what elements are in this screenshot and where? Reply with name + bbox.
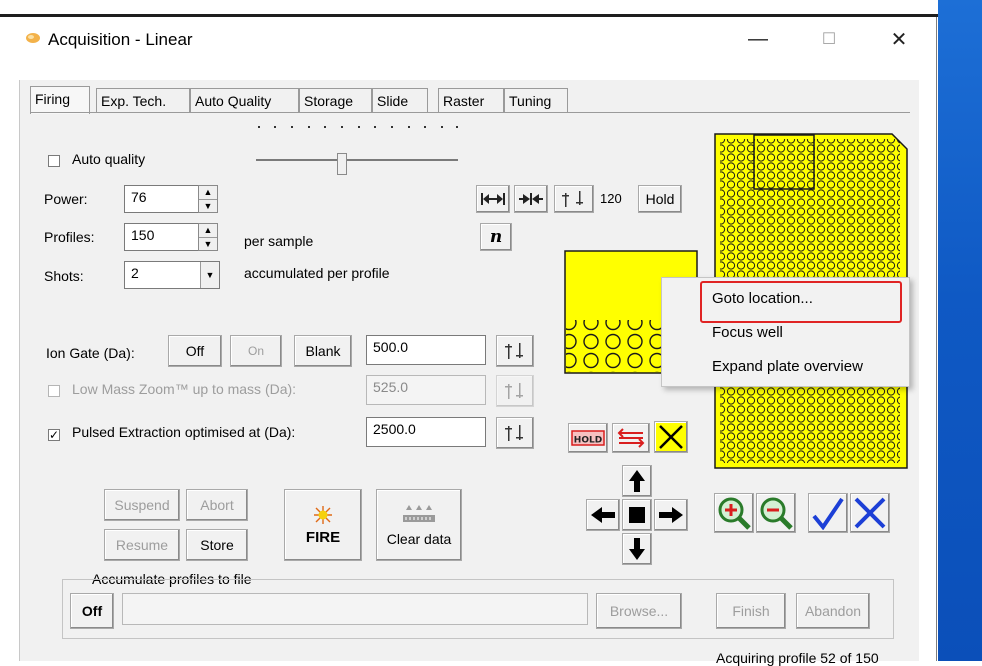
- ion-gate-on-button[interactable]: On: [230, 335, 282, 367]
- fire-icon: [314, 505, 332, 524]
- highlight-box: [700, 281, 902, 323]
- pulsed-extraction-label: Pulsed Extraction optimised at (Da):: [72, 424, 296, 440]
- tab-storage[interactable]: Storage: [299, 88, 372, 112]
- hold-button[interactable]: Hold: [638, 185, 682, 213]
- cross-yellow-icon[interactable]: [654, 421, 688, 453]
- arrow-right-icon[interactable]: [654, 499, 688, 531]
- menu-item-expand-plate-overview[interactable]: Expand plate overview: [712, 358, 863, 375]
- tab-slide[interactable]: Slide: [372, 88, 428, 112]
- stop-center-icon[interactable]: [622, 499, 652, 531]
- checkmark-icon[interactable]: [808, 493, 848, 533]
- tab-tuning[interactable]: Tuning: [504, 88, 568, 112]
- shots-select[interactable]: 2 ▼: [124, 261, 220, 289]
- value-120: 120: [600, 191, 622, 206]
- cross-blue-icon[interactable]: [850, 493, 890, 533]
- accumulate-file-path[interactable]: [122, 593, 588, 625]
- accumulated-label: accumulated per profile: [244, 265, 390, 281]
- tab-raster[interactable]: Raster: [438, 88, 504, 112]
- auto-quality-checkbox[interactable]: [48, 155, 60, 167]
- pulsed-range-button[interactable]: [496, 417, 534, 449]
- shots-value: 2: [131, 265, 139, 281]
- finish-button[interactable]: Finish: [716, 593, 786, 629]
- power-input[interactable]: 76: [124, 185, 206, 213]
- arrow-up-icon[interactable]: [622, 465, 652, 497]
- abort-button[interactable]: Abort: [186, 489, 248, 521]
- ion-gate-input[interactable]: 500.0: [366, 335, 486, 365]
- maximize-button[interactable]: ☐: [806, 23, 852, 55]
- profiles-label: Profiles:: [44, 229, 95, 245]
- zoom-in-icon[interactable]: [714, 493, 754, 533]
- power-slider-track[interactable]: [256, 159, 458, 161]
- resume-button[interactable]: Resume: [104, 529, 180, 561]
- hold-stage-icon[interactable]: HOLD: [568, 423, 608, 453]
- auto-quality-label: Auto quality: [72, 151, 146, 167]
- accumulate-off-button[interactable]: Off: [70, 593, 114, 629]
- chevron-down-icon[interactable]: ▼: [200, 262, 219, 288]
- store-button[interactable]: Store: [186, 529, 248, 561]
- power-label: Power:: [44, 191, 88, 207]
- clear-data-label: Clear data: [386, 531, 452, 547]
- tab-auto-quality[interactable]: Auto Quality: [190, 88, 299, 112]
- abandon-button[interactable]: Abandon: [796, 593, 870, 629]
- title-bar[interactable]: Acquisition - Linear — ☐ ✕: [0, 17, 936, 63]
- expand-range-button[interactable]: [476, 185, 510, 213]
- top-strip: [0, 0, 982, 14]
- power-spinner[interactable]: ▲ ▼: [198, 185, 218, 213]
- profiles-spinner[interactable]: ▲ ▼: [198, 223, 218, 251]
- low-mass-checkbox[interactable]: [48, 385, 60, 397]
- low-mass-label: Low Mass Zoom™ up to mass (Da):: [72, 381, 297, 397]
- blank-button[interactable]: Blank: [294, 335, 352, 367]
- mass-range-button[interactable]: [554, 185, 594, 213]
- fire-button[interactable]: FIRE: [284, 489, 362, 561]
- power-slider-thumb[interactable]: [337, 153, 347, 175]
- low-mass-input[interactable]: 525.0: [366, 375, 486, 405]
- per-sample-label: per sample: [244, 233, 314, 249]
- pulsed-extraction-checkbox[interactable]: ✓: [48, 429, 60, 441]
- profiles-input[interactable]: 150: [124, 223, 206, 251]
- arrow-down-icon[interactable]: [622, 533, 652, 565]
- tab-firing[interactable]: Firing: [30, 86, 90, 114]
- clear-data-icon: [403, 505, 435, 522]
- power-slider-ticks: [258, 126, 458, 128]
- arrow-left-icon[interactable]: [586, 499, 620, 531]
- suspend-button[interactable]: Suspend: [104, 489, 180, 521]
- ion-gate-range-button[interactable]: [496, 335, 534, 367]
- ion-gate-off-button[interactable]: Off: [168, 335, 222, 367]
- window-title: Acquisition - Linear: [48, 30, 193, 49]
- desktop-background: [938, 0, 982, 661]
- status-text: Acquiring profile 52 of 150: [716, 650, 879, 666]
- svg-text:HOLD: HOLD: [574, 436, 602, 446]
- ion-gate-label: Ion Gate (Da):: [46, 345, 135, 361]
- browse-button[interactable]: Browse...: [596, 593, 682, 629]
- tab-exp-tech[interactable]: Exp. Tech.: [96, 88, 190, 112]
- menu-item-focus-well[interactable]: Focus well: [712, 324, 783, 341]
- stripes-icon[interactable]: [612, 423, 650, 453]
- low-mass-range-button[interactable]: [496, 375, 534, 407]
- n-button[interactable]: n: [480, 223, 512, 251]
- clear-data-button[interactable]: Clear data: [376, 489, 462, 561]
- app-icon: [26, 33, 40, 43]
- contract-range-button[interactable]: [514, 185, 548, 213]
- shots-label: Shots:: [44, 268, 84, 284]
- pulsed-extraction-input[interactable]: 2500.0: [366, 417, 486, 447]
- close-button[interactable]: ✕: [876, 23, 922, 55]
- minimize-button[interactable]: —: [735, 23, 781, 55]
- zoom-out-icon[interactable]: [756, 493, 796, 533]
- fire-label: FIRE: [305, 528, 341, 546]
